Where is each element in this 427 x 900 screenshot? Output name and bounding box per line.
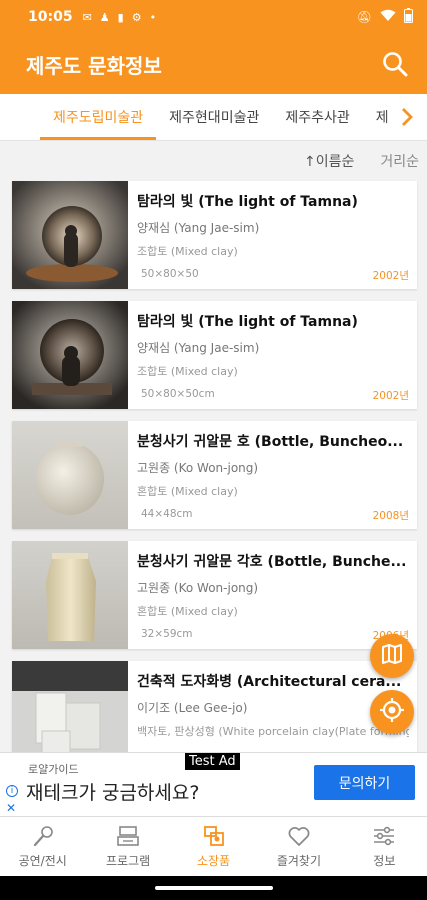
sort-by-name-button[interactable]: ↑이름순 bbox=[304, 151, 354, 171]
settings-icon: ⚙ bbox=[131, 10, 142, 24]
nav-label: 정보 bbox=[373, 854, 396, 868]
nav-favorites[interactable]: 즐겨찾기 bbox=[256, 817, 341, 876]
ad-cta-button[interactable]: 문의하기 bbox=[314, 765, 415, 800]
app-title: 제주도 문화정보 bbox=[26, 53, 162, 78]
map-button[interactable] bbox=[370, 634, 414, 678]
collection-icon bbox=[202, 824, 226, 848]
program-icon bbox=[116, 824, 140, 848]
list-item[interactable]: 탐라의 빛 (The light of Tamna) 양재심 (Yang Jae… bbox=[12, 181, 417, 289]
museum-tabs: 제주도립미술관 제주현대미술관 제주추사관 제 bbox=[0, 94, 427, 141]
item-year: 2002년 bbox=[372, 270, 409, 282]
nav-collection[interactable]: 소장품 bbox=[171, 817, 256, 876]
item-material: 혼합토 (Mixed clay) bbox=[137, 485, 238, 498]
artwork-thumbnail bbox=[12, 421, 128, 529]
app-bar: 제주도 문화정보 bbox=[0, 34, 427, 94]
nav-label: 공연/전시 bbox=[18, 854, 67, 868]
map-icon bbox=[380, 642, 404, 670]
nav-label: 프로그램 bbox=[106, 854, 151, 868]
mail-icon: ✉ bbox=[82, 10, 92, 24]
dot-icon: • bbox=[149, 10, 157, 24]
item-artist: 양재심 (Yang Jae-sim) bbox=[137, 341, 260, 355]
system-gesture-bar bbox=[0, 876, 427, 900]
my-location-button[interactable] bbox=[370, 690, 414, 734]
bottom-nav: 공연/전시 프로그램 소장품 즐겨찾기 정보 bbox=[0, 816, 427, 876]
microphone-icon bbox=[31, 824, 55, 848]
item-material: 조합토 (Mixed clay) bbox=[137, 365, 238, 378]
nav-performances[interactable]: 공연/전시 bbox=[0, 817, 85, 876]
battery-saver-icon: ▮ bbox=[117, 10, 124, 24]
artwork-thumbnail bbox=[12, 541, 128, 649]
item-title: 분청사기 귀알문 호 (Bottle, Buncheo... bbox=[137, 434, 404, 450]
heart-icon bbox=[287, 824, 311, 848]
artwork-thumbnail bbox=[12, 301, 128, 409]
battery-icon bbox=[404, 8, 413, 26]
item-size: 32×59cm bbox=[141, 628, 193, 640]
home-gesture-handle[interactable] bbox=[155, 886, 273, 890]
item-title: 탐라의 빛 (The light of Tamna) bbox=[137, 314, 358, 330]
collection-list: 탐라의 빛 (The light of Tamna) 양재심 (Yang Jae… bbox=[12, 181, 417, 781]
item-material: 백자토, 판상성형 (White porcelain clay(Plate fo… bbox=[137, 725, 409, 738]
crosshair-icon bbox=[379, 697, 405, 727]
item-size: 44×48cm bbox=[141, 508, 193, 520]
list-item[interactable]: 탐라의 빛 (The light of Tamna) 양재심 (Yang Jae… bbox=[12, 301, 417, 409]
item-title: 분청사기 귀알문 각호 (Bottle, Bunche... bbox=[137, 554, 407, 570]
sliders-icon bbox=[372, 824, 396, 848]
nav-label: 소장품 bbox=[196, 854, 231, 868]
nav-programs[interactable]: 프로그램 bbox=[85, 817, 170, 876]
search-icon[interactable] bbox=[379, 48, 411, 80]
list-item[interactable]: 분청사기 귀알문 각호 (Bottle, Bunche... 고원종 (Ko W… bbox=[12, 541, 417, 649]
item-size: 50×80×50 bbox=[141, 268, 199, 280]
ad-headline: 재테크가 궁금하세요? bbox=[26, 782, 200, 804]
item-material: 조합토 (Mixed clay) bbox=[137, 245, 238, 258]
chevron-right-icon[interactable] bbox=[387, 94, 427, 140]
item-year: 2002년 bbox=[372, 390, 409, 402]
item-title: 탐라의 빛 (The light of Tamna) bbox=[137, 194, 358, 210]
item-material: 혼합토 (Mixed clay) bbox=[137, 605, 238, 618]
item-artist: 고원종 (Ko Won-jong) bbox=[137, 461, 259, 475]
nav-info[interactable]: 정보 bbox=[342, 817, 427, 876]
person-icon: ♟ bbox=[99, 10, 110, 24]
status-bar: 10:05 ✉ ♟ ▮ ⚙ • 🔕︎ bbox=[0, 0, 427, 34]
tab-chusa-memorial[interactable]: 제주추사관 bbox=[272, 94, 362, 140]
item-artist: 이기조 (Lee Gee-jo) bbox=[137, 701, 248, 715]
tab-jeju-museum-of-art[interactable]: 제주도립미술관 bbox=[40, 94, 157, 140]
item-size: 50×80×50cm bbox=[141, 388, 215, 400]
nav-label: 즐겨찾기 bbox=[276, 854, 321, 868]
sort-options: ↑이름순 거리순 bbox=[0, 141, 427, 181]
ad-info-icon[interactable]: i bbox=[6, 785, 18, 797]
status-time: 10:05 bbox=[28, 9, 73, 25]
ad-banner[interactable]: Test Ad 로얄가이드 재테크가 궁금하세요? i ✕ 문의하기 bbox=[0, 752, 427, 816]
item-artist: 양재심 (Yang Jae-sim) bbox=[137, 221, 260, 235]
item-artist: 고원종 (Ko Won-jong) bbox=[137, 581, 259, 595]
mute-icon: 🔕︎ bbox=[356, 10, 372, 24]
ad-close-icon[interactable]: ✕ bbox=[6, 801, 16, 815]
sort-by-distance-button[interactable]: 거리순 bbox=[380, 151, 419, 171]
ad-brand: 로얄가이드 bbox=[28, 763, 79, 776]
ad-label: Test Ad bbox=[185, 753, 240, 770]
list-item[interactable]: 분청사기 귀알문 호 (Bottle, Buncheo... 고원종 (Ko W… bbox=[12, 421, 417, 529]
artwork-thumbnail bbox=[12, 181, 128, 289]
tab-jeju-museum-of-contemporary-art[interactable]: 제주현대미술관 bbox=[156, 94, 272, 140]
item-year: 2008년 bbox=[372, 510, 409, 522]
item-title: 건축적 도자화병 (Architectural cera... bbox=[137, 674, 402, 690]
wifi-icon bbox=[380, 9, 396, 25]
